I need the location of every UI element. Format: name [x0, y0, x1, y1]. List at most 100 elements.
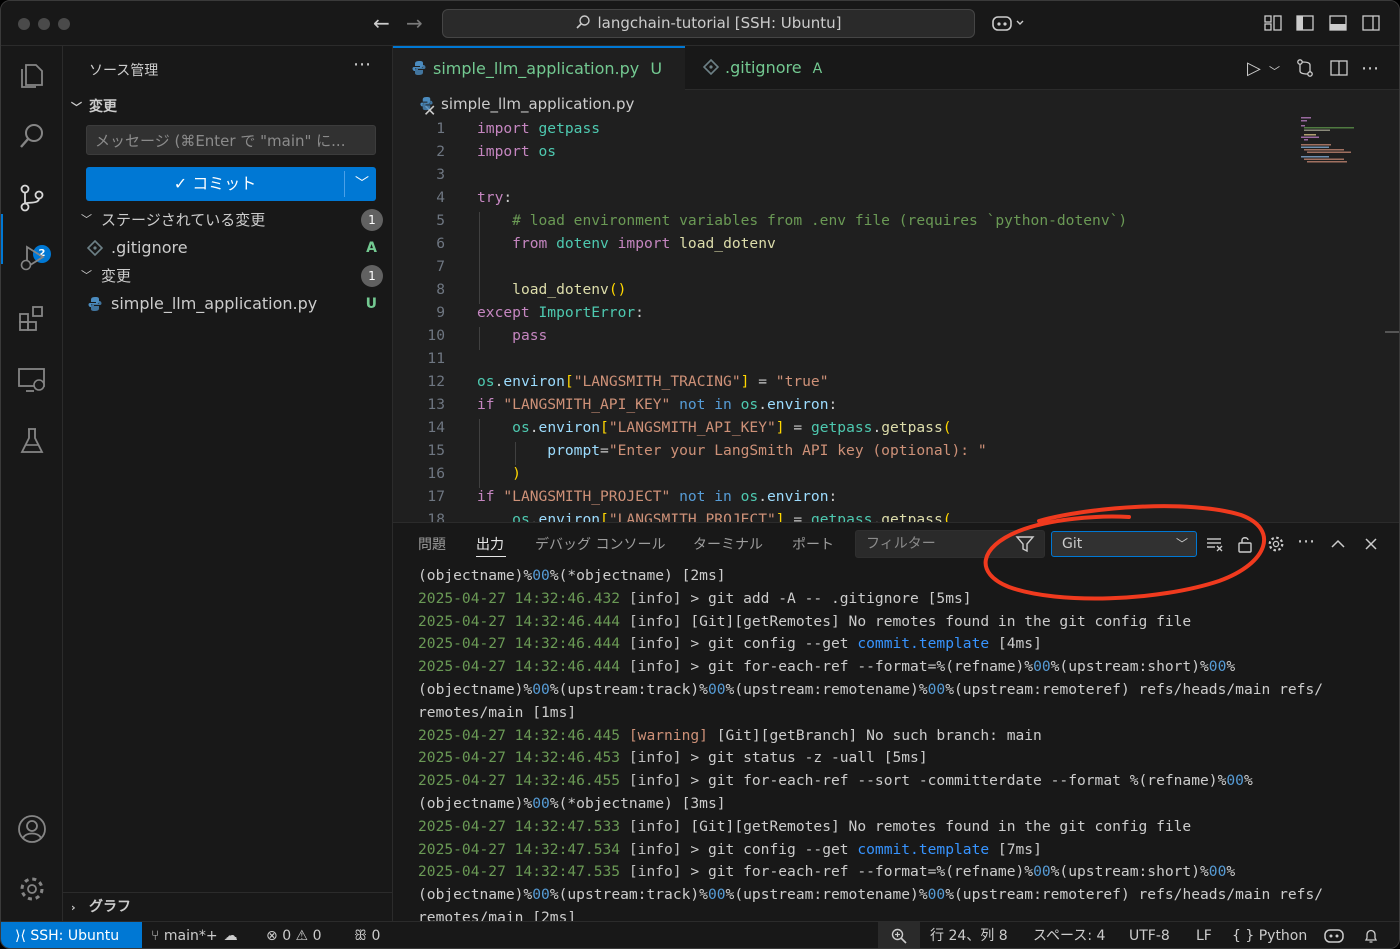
sidebar-title: ソース管理: [89, 63, 159, 79]
chevron-down-icon[interactable]: ﹀: [1269, 63, 1280, 79]
line-number: 9: [436, 304, 445, 321]
back-arrow-icon[interactable]: ←: [373, 11, 390, 35]
changes-section-header[interactable]: ﹀ 変更: [71, 96, 117, 116]
search-icon: [576, 15, 591, 29]
tab-label: simple_llm_application.py: [433, 59, 640, 78]
output-line: 2025-04-27 14:32:47.534 [info] > git con…: [418, 840, 1042, 858]
commit-dropdown-chevron-icon[interactable]: ﹀: [348, 167, 376, 201]
line-number: 11: [427, 350, 445, 367]
chevron-down-icon: ﹀: [71, 101, 82, 114]
status-bar: ⟩⟨ SSH: Ubuntu ⑂ main*+ ☁ ⊗ 0 ⚠ 0 ꕥ 0 行 2…: [1, 921, 1399, 948]
remote-explorer-icon[interactable]: [16, 364, 48, 396]
copilot-icon[interactable]: [991, 13, 1027, 33]
python-file-icon: [420, 96, 433, 111]
output-line: 2025-04-27 14:32:46.432 [info] > git add…: [418, 589, 972, 607]
code-editor[interactable]: 1 2 3 4 5 6 7 8 9 10 11 12 13 14 15 16 1…: [393, 117, 1399, 522]
run-debug-icon[interactable]: [16, 242, 48, 274]
close-window-button[interactable]: [18, 18, 30, 30]
run-python-icon[interactable]: ▷: [1247, 58, 1261, 79]
tab-status: A: [812, 61, 823, 77]
open-changes-icon[interactable]: [1295, 58, 1315, 78]
git-file-icon: [703, 59, 719, 75]
chevron-right-icon: ›: [71, 901, 76, 914]
graph-section-header[interactable]: › グラフ: [71, 896, 131, 916]
remote-icon: ⟩⟨: [15, 928, 31, 944]
eol-status[interactable]: LF: [1196, 922, 1212, 948]
maximize-panel-icon[interactable]: [1328, 534, 1348, 554]
more-icon[interactable]: ⋯: [353, 54, 371, 75]
changes-count-badge: 1: [361, 265, 383, 287]
tab-problems[interactable]: 問題: [418, 534, 446, 554]
activity-bar: 2: [1, 46, 63, 921]
breadcrumb[interactable]: simple_llm_application.py: [393, 90, 634, 118]
tab-simple-llm-application[interactable]: simple_llm_application.py U ✕: [393, 46, 685, 120]
scrollbar-marker[interactable]: [1385, 331, 1399, 333]
minimap[interactable]: [1301, 117, 1373, 167]
code-line: ): [512, 465, 521, 482]
encoding-status[interactable]: UTF-8: [1129, 922, 1170, 948]
copilot-icon[interactable]: [1324, 928, 1344, 944]
cursor-position[interactable]: 行 24、列 8: [930, 922, 1008, 948]
close-icon[interactable]: [1361, 534, 1381, 554]
annotation-circle: [983, 504, 1267, 601]
remote-indicator[interactable]: ⟩⟨ SSH: Ubuntu: [1, 922, 142, 948]
file-status-added: A: [366, 240, 377, 256]
minimize-window-button[interactable]: [38, 18, 50, 30]
vscode-window: ← → langchain-tutorial [SSH: Ubuntu] 2 ソ…: [0, 0, 1400, 949]
staged-file-gitignore[interactable]: .gitignore A: [87, 235, 377, 261]
editor-tab-bar: simple_llm_application.py U ✕ .gitignore…: [393, 46, 1399, 120]
explorer-icon[interactable]: [16, 59, 48, 91]
branch-status[interactable]: ⑂ main*+ ☁: [151, 922, 238, 948]
language-status[interactable]: { } Python: [1232, 922, 1307, 948]
tab-ports[interactable]: ポート: [792, 534, 834, 554]
line-number: 2: [436, 143, 445, 160]
commit-button-label: ✓ コミット: [173, 174, 257, 193]
ports-status[interactable]: ꕥ 0: [354, 922, 380, 948]
branch-icon: ⑂: [151, 928, 164, 944]
changed-file-simple-llm[interactable]: simple_llm_application.py U: [87, 291, 377, 317]
search-icon[interactable]: [16, 120, 48, 152]
output-line: 2025-04-27 14:32:46.444 [info] > git for…: [418, 658, 1236, 676]
split-editor-icon[interactable]: [1329, 58, 1349, 78]
source-control-sidebar: ソース管理 ⋯ ﹀ 変更 メッセージ (⌘Enter で "main" に... …: [63, 46, 393, 921]
line-number: 12: [427, 373, 445, 390]
account-icon[interactable]: [16, 813, 48, 845]
output-log[interactable]: (objectname)%00%(*objectname) [2ms] 2025-…: [418, 567, 1393, 922]
code-line: if "LANGSMITH_API_KEY" not in os.environ…: [477, 396, 838, 413]
extensions-icon[interactable]: [16, 303, 48, 335]
commit-message-input[interactable]: メッセージ (⌘Enter で "main" に...: [86, 125, 376, 155]
command-center[interactable]: langchain-tutorial [SSH: Ubuntu]: [442, 9, 975, 38]
changes-header[interactable]: ﹀ 変更 1: [71, 263, 389, 289]
code-line: except ImportError:: [477, 304, 644, 321]
staged-changes-header[interactable]: ﹀ ステージされている変更 1: [71, 207, 389, 233]
source-control-icon[interactable]: [16, 182, 48, 214]
line-number: 6: [436, 235, 445, 252]
line-number: 13: [427, 396, 445, 413]
toggle-sidebar-icon[interactable]: [1295, 13, 1315, 33]
problems-status[interactable]: ⊗ 0 ⚠ 0: [266, 922, 321, 948]
line-number: 14: [427, 419, 445, 436]
tab-debug-console[interactable]: デバッグ コンソール: [535, 534, 665, 554]
settings-icon[interactable]: [16, 873, 48, 905]
more-icon[interactable]: ⋯: [1297, 531, 1317, 552]
bell-icon[interactable]: [1363, 928, 1379, 944]
output-line: 2025-04-27 14:32:46.453 [info] > git sta…: [418, 749, 928, 767]
customize-layout-icon[interactable]: [1263, 13, 1283, 33]
error-icon: ⊗: [266, 928, 283, 944]
output-line: (objectname)%00%(*objectname) [2ms]: [418, 567, 726, 584]
tab-gitignore[interactable]: .gitignore A: [687, 46, 847, 90]
zoom-status[interactable]: [878, 922, 920, 948]
toggle-panel-icon[interactable]: [1328, 13, 1348, 33]
commit-button[interactable]: ✓ コミット ﹀: [86, 167, 376, 201]
tab-terminal[interactable]: ターミナル: [693, 534, 763, 554]
code-line: # load environment variables from .env f…: [512, 212, 1128, 229]
more-icon[interactable]: ⋯: [1361, 58, 1379, 79]
tab-output[interactable]: 出力: [476, 534, 504, 554]
line-number: 4: [436, 189, 445, 206]
indentation-status[interactable]: スペース: 4: [1033, 922, 1105, 948]
testing-icon[interactable]: [16, 425, 48, 457]
sync-cloud-icon: ☁: [223, 928, 238, 944]
zoom-window-button[interactable]: [58, 18, 70, 30]
toggle-secondary-sidebar-icon[interactable]: [1361, 13, 1381, 33]
forward-arrow-icon[interactable]: →: [406, 11, 423, 35]
